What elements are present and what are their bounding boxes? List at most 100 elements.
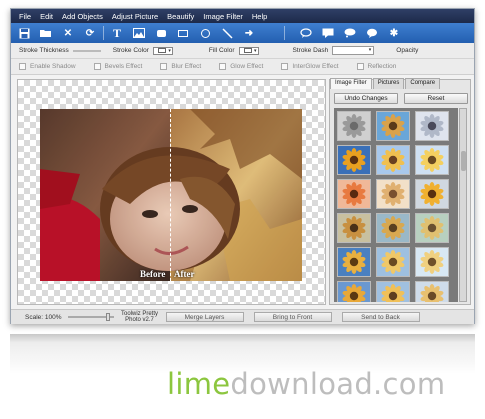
line-icon[interactable] [220,26,234,40]
reflection-checkbox[interactable] [356,63,364,70]
status-bar: Scale: 100% Toolwiz Pretty Photo v2.7 Me… [11,309,474,324]
refresh-icon[interactable]: ⟳ [83,26,97,40]
text-icon[interactable]: T [110,26,124,40]
stroke-thickness-label: Stroke Thickness [19,47,69,54]
filter-thumbnail[interactable] [376,247,410,277]
menu-edit[interactable]: Edit [40,12,53,21]
reset-button[interactable]: Reset [404,93,468,104]
filter-thumbnail[interactable] [337,179,371,209]
app-brand: Toolwiz Pretty Photo v2.7 [120,311,160,323]
fill-color-label: Fill Color [208,47,235,54]
reflection-label: Reflection [367,63,397,70]
menu-file[interactable]: File [19,12,31,21]
send-to-back-button[interactable]: Send to Back [341,312,420,322]
fill-color-picker[interactable]: ▾ [238,46,259,55]
stroke-thickness-slider[interactable] [72,49,101,52]
stroke-dash-label: Stroke Dash [292,47,329,54]
puzzle-icon[interactable]: ✱ [387,26,401,40]
watermark-rest: download.com [230,367,446,401]
filter-thumbnail[interactable] [415,247,449,277]
interglow-effect-checkbox[interactable] [281,63,289,70]
reflection-bar [10,334,475,342]
filter-thumbnail[interactable] [337,247,371,277]
before-label: Before [140,269,166,279]
filter-thumbnail[interactable] [376,179,410,209]
reflection-option[interactable]: Reflection [356,63,397,70]
filter-thumbnail[interactable] [415,179,449,209]
app-window: File Edit Add Objects Adjust Picture Bea… [10,8,475,324]
blur-effect-checkbox[interactable] [160,63,168,70]
menu-add-objects[interactable]: Add Objects [62,12,103,21]
heart-callout-icon[interactable] [365,26,379,40]
filter-thumbnail[interactable] [376,213,410,243]
interglow-effect-label: InterGlow Effect [292,63,339,70]
image-icon[interactable] [132,26,146,40]
scale-label: Scale: 100% [25,313,62,321]
enable-shadow-label: Enable Shadow [30,63,76,70]
tab-image-filter[interactable]: Image Filter [330,78,372,89]
rounded-rect-icon[interactable] [154,26,168,40]
stroke-color-picker[interactable]: ▾ [152,46,173,55]
merge-layers-button[interactable]: Merge Layers [165,312,244,322]
filter-thumbnail[interactable] [415,145,449,175]
filter-thumbnail[interactable] [415,111,449,141]
filter-thumbnail[interactable] [337,111,371,141]
arrow-icon[interactable]: ➜ [242,26,256,40]
filter-thumbnail[interactable] [376,111,410,141]
menu-image-filter[interactable]: Image Filter [203,12,243,21]
photo-before-after[interactable] [40,109,302,281]
zoom-slider[interactable] [67,313,114,321]
stroke-dash-dropdown[interactable]: ▾ [332,46,375,55]
toolbar-separator [103,26,104,40]
panel-button-row: Undo Changes Reset [334,93,468,104]
interglow-effect-option[interactable]: InterGlow Effect [281,63,339,70]
filter-thumbnail[interactable] [337,145,371,175]
panel-tabs: Image Filter Pictures Compare [330,78,441,89]
close-icon[interactable]: ✕ [61,26,75,40]
filter-thumbnail[interactable] [415,281,449,302]
filter-thumbnail[interactable] [376,281,410,302]
open-folder-icon[interactable] [39,26,53,40]
undo-changes-button[interactable]: Undo Changes [334,93,398,104]
filter-scrollbar[interactable] [459,108,467,302]
before-after-divider[interactable] [170,109,171,281]
menu-beautify[interactable]: Beautify [167,12,194,21]
toolbar: ✕ ⟳ T ➜ ✱ [11,23,474,43]
filter-thumbnail[interactable] [337,213,371,243]
blur-effect-option[interactable]: Blur Effect [160,63,201,70]
menu-adjust-picture[interactable]: Adjust Picture [112,12,158,21]
filter-thumbnail[interactable] [337,281,371,302]
filter-thumbnail-grid [334,108,458,302]
menu-help[interactable]: Help [252,12,267,21]
filter-thumbnail[interactable] [376,145,410,175]
tab-compare[interactable]: Compare [405,78,441,89]
bevels-effect-option[interactable]: Bevels Effect [93,63,143,70]
filter-thumbnail[interactable] [415,213,449,243]
zoom-slider-knob[interactable] [105,313,110,321]
stroke-color-label: Stroke Color [112,47,149,54]
opacity-label: Opacity [396,47,419,54]
circle-icon[interactable] [198,26,212,40]
enable-shadow-option[interactable]: Enable Shadow [19,63,76,70]
bevels-effect-label: Bevels Effect [104,63,143,70]
property-bar: Stroke Thickness Stroke Color ▾ Fill Col… [11,43,474,59]
blur-effect-label: Blur Effect [171,63,202,70]
watermark-lime: lime [167,367,231,401]
editing-canvas[interactable]: Before After [17,79,326,305]
limedownload-watermark: limedownload.com [167,367,445,401]
save-icon[interactable] [17,26,31,40]
toolbar-separator [284,26,285,40]
speech-bubble-icon[interactable] [299,26,313,40]
tab-pictures[interactable]: Pictures [372,78,405,89]
bring-to-front-button[interactable]: Bring to Front [253,312,332,322]
enable-shadow-checkbox[interactable] [19,63,26,70]
scrollbar-thumb[interactable] [461,151,466,171]
glow-effect-label: Glow Effect [230,63,264,70]
callout-rect-icon[interactable] [321,26,335,40]
glow-effect-option[interactable]: Glow Effect [219,63,263,70]
rectangle-icon[interactable] [176,26,190,40]
effects-bar: Enable Shadow Bevels Effect Blur Effect … [11,59,474,75]
cloud-callout-icon[interactable] [343,26,357,40]
glow-effect-checkbox[interactable] [219,63,227,70]
bevels-effect-checkbox[interactable] [93,63,101,70]
